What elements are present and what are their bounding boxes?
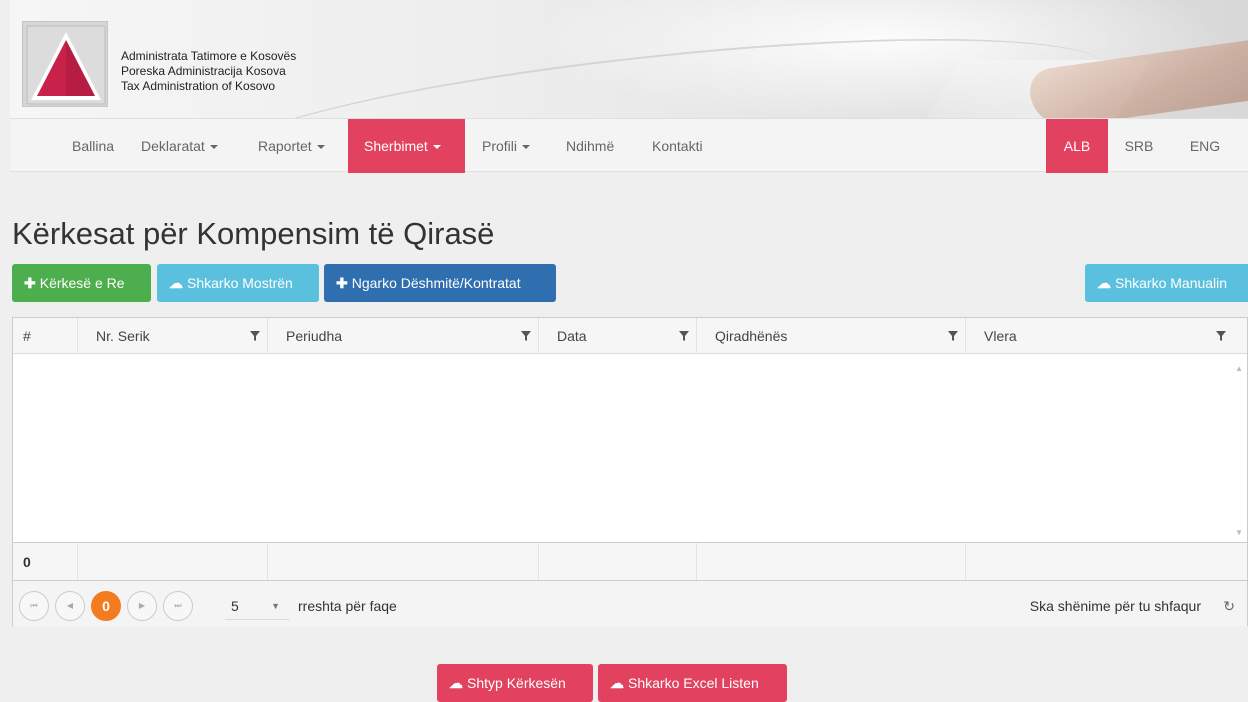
lang-eng[interactable]: ENG <box>1174 119 1236 173</box>
prev-page-button[interactable]: ◀ <box>55 591 85 621</box>
new-request-button[interactable]: ✚ Kërkesë e Re <box>12 264 151 302</box>
print-request-button[interactable]: ☁ Shtyp Kërkesën <box>437 664 593 702</box>
scroll-down-icon[interactable]: ▼ <box>1235 528 1243 537</box>
footer-cell <box>78 543 268 581</box>
atk-logo[interactable] <box>22 21 108 107</box>
lang-alb[interactable]: ALB <box>1046 119 1108 173</box>
grid-header: # Nr. Serik Periudha Data Qiradhënës Vle… <box>13 318 1247 354</box>
cloud-download-icon: ☁ <box>610 675 624 691</box>
download-manual-button[interactable]: ☁ Shkarko Manualin <box>1085 264 1248 302</box>
plus-icon: ✚ <box>24 275 36 291</box>
first-page-button[interactable]: ⏮ <box>19 591 49 621</box>
footer-cell <box>539 543 697 581</box>
download-excel-button[interactable]: ☁ Shkarko Excel Listen <box>598 664 787 702</box>
filter-icon[interactable] <box>250 331 260 341</box>
requests-grid: # Nr. Serik Periudha Data Qiradhënës Vle… <box>12 317 1248 626</box>
logo-triangle-icon <box>26 25 106 105</box>
footer-cell <box>697 543 966 581</box>
grid-pager: ⏮ ◀ 0 ▶ ⏭ 5 ▼ rreshta për faqe Ska shëni… <box>13 580 1247 626</box>
chevron-down-icon <box>316 145 325 150</box>
nav-item-sherbimet[interactable]: Sherbimet <box>348 119 465 173</box>
filter-icon[interactable] <box>948 331 958 341</box>
nav-item-kontakti[interactable]: Kontakti <box>636 119 719 173</box>
nav-item-ballina[interactable]: Ballina <box>56 119 130 173</box>
cloud-download-icon: ☁ <box>169 275 183 291</box>
column-header-index[interactable]: # <box>13 318 78 354</box>
org-name-eng: Tax Administration of Kosovo <box>121 79 276 93</box>
main-navbar: Ballina Deklaratat Raportet Sherbimet Pr… <box>10 118 1248 173</box>
page-size-select[interactable]: 5 ▼ <box>225 592 290 620</box>
column-header-landlord[interactable]: Qiradhënës <box>697 318 966 354</box>
last-page-button[interactable]: ⏭ <box>163 591 193 621</box>
page-size-label: rreshta për faqe <box>298 598 397 614</box>
footer-cell: 0 <box>13 543 78 581</box>
scroll-up-icon[interactable]: ▲ <box>1235 364 1243 373</box>
chevron-down-icon <box>432 145 441 150</box>
total-count: 0 <box>23 554 31 570</box>
filter-icon[interactable] <box>1216 331 1226 341</box>
plus-icon: ✚ <box>336 275 348 291</box>
lang-srb[interactable]: SRB <box>1108 119 1170 173</box>
chevron-down-icon <box>209 145 218 150</box>
column-header-date[interactable]: Data <box>539 318 697 354</box>
refresh-icon[interactable]: ↻ <box>1223 592 1235 620</box>
next-page-button[interactable]: ▶ <box>127 591 157 621</box>
grid-footer: 0 <box>13 542 1247 581</box>
upload-evidence-button[interactable]: ✚ Ngarko Dëshmitë/Kontratat <box>324 264 556 302</box>
org-name-alb: Administrata Tatimore e Kosovës <box>121 49 297 63</box>
filter-icon[interactable] <box>679 331 689 341</box>
column-header-period[interactable]: Periudha <box>268 318 539 354</box>
chevron-down-icon <box>522 145 531 150</box>
download-sample-button[interactable]: ☁ Shkarko Mostrën <box>157 264 319 302</box>
nav-item-ndihme[interactable]: Ndihmë <box>550 119 630 173</box>
footer-cell <box>268 543 539 581</box>
cloud-download-icon: ☁ <box>449 675 463 691</box>
column-header-amount[interactable]: Vlera <box>966 318 1236 354</box>
nav-item-raportet[interactable]: Raportet <box>242 119 341 173</box>
nav-item-profili[interactable]: Profili <box>466 119 546 173</box>
nav-item-deklaratat[interactable]: Deklaratat <box>125 119 234 173</box>
organization-name: Administrata Tatimore e Kosovës Poreska … <box>121 49 296 94</box>
current-page-button[interactable]: 0 <box>91 591 121 621</box>
chevron-down-icon: ▼ <box>271 601 280 611</box>
org-name-srb: Poreska Administracija Kosova <box>121 64 286 78</box>
page-title: Kërkesat për Kompensim të Qirasë <box>12 216 495 251</box>
grid-body <box>13 354 1247 542</box>
cloud-download-icon: ☁ <box>1097 275 1111 291</box>
filter-icon[interactable] <box>521 331 531 341</box>
pager-info: Ska shënime për tu shfaqur <box>1029 598 1201 614</box>
column-header-serial[interactable]: Nr. Serik <box>78 318 268 354</box>
